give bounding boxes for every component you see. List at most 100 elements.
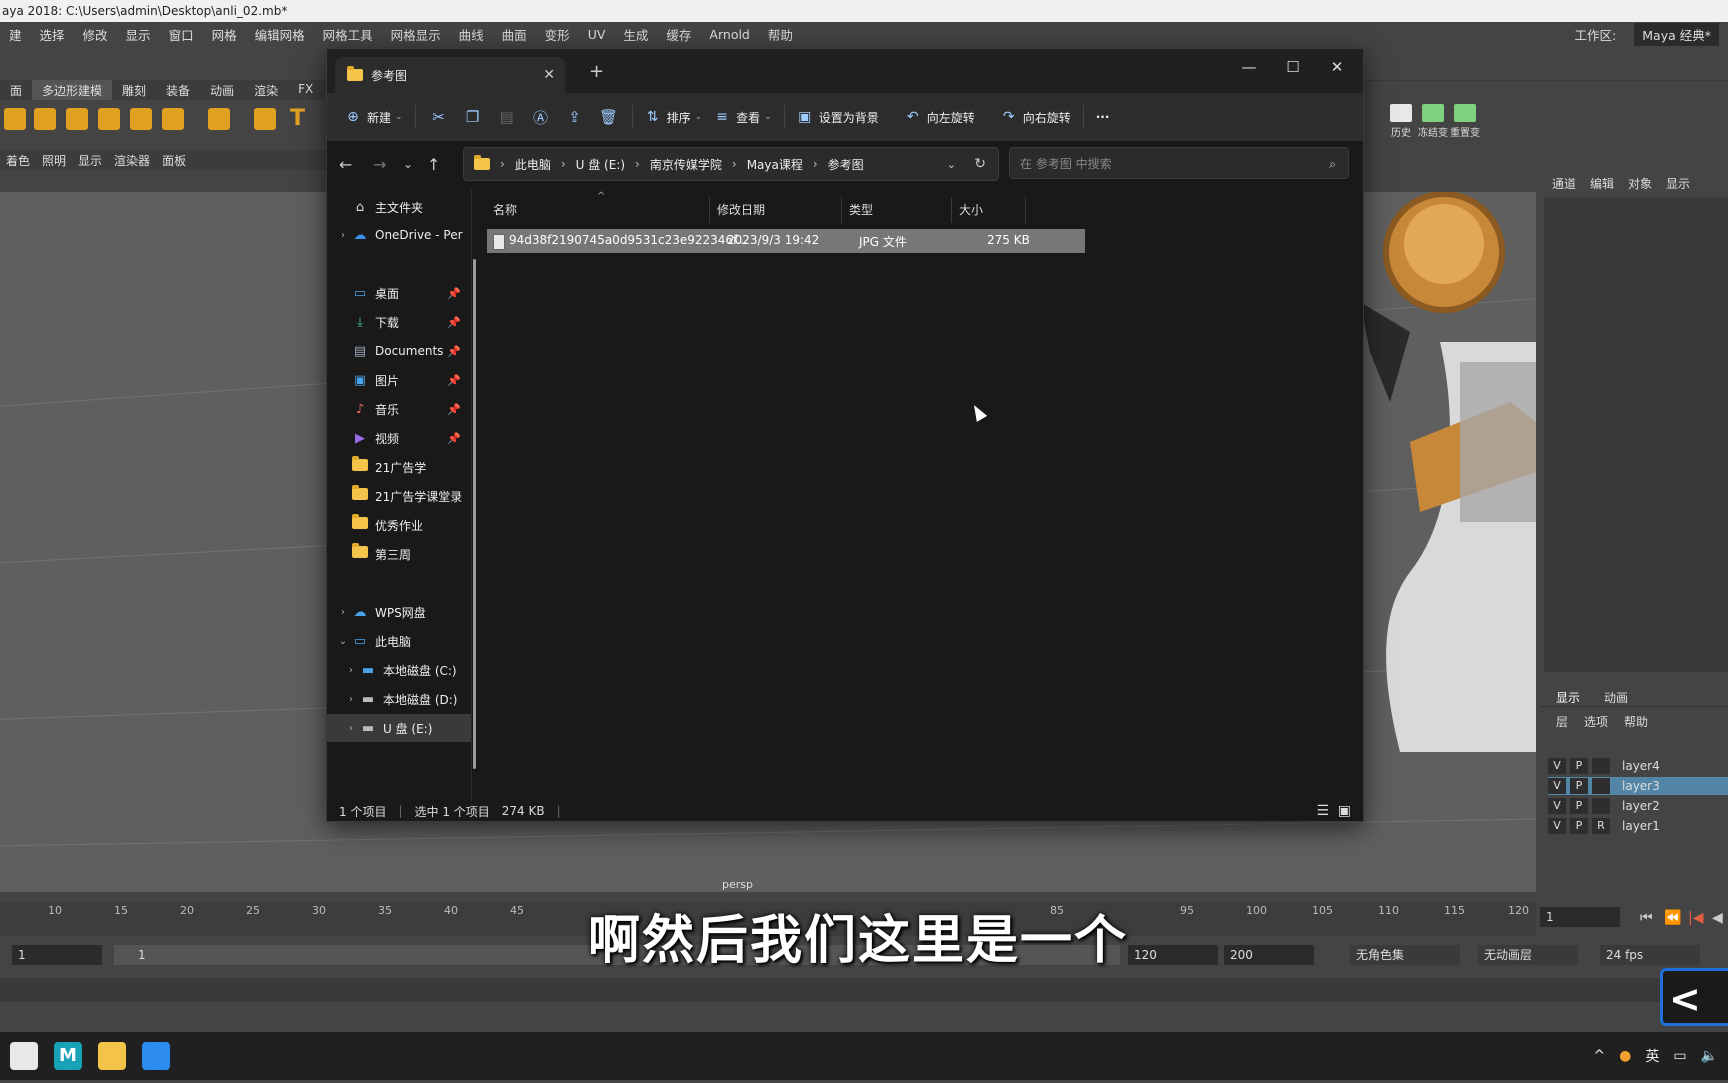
- rotate-right-button[interactable]: ↷ 向右旋转: [1001, 109, 1071, 126]
- tray-expand-icon[interactable]: ^: [1593, 1048, 1605, 1064]
- layer-row[interactable]: V P R layer1: [1548, 817, 1728, 835]
- column-header-date[interactable]: 修改日期: [717, 201, 765, 218]
- nav-item-desktop[interactable]: ▭ 桌面 📌: [327, 279, 471, 307]
- photos-taskbar-icon[interactable]: [142, 1042, 170, 1070]
- pin-icon[interactable]: 📌: [447, 374, 461, 387]
- cut-icon[interactable]: ✂: [422, 108, 456, 126]
- column-header-type[interactable]: 类型: [849, 201, 873, 218]
- new-tab-icon[interactable]: +: [589, 61, 604, 82]
- layer-menu-item[interactable]: 层: [1556, 713, 1568, 730]
- pin-icon[interactable]: 📌: [447, 403, 461, 416]
- chevron-right-icon[interactable]: ›: [343, 665, 359, 676]
- recent-locations-icon[interactable]: ⌄: [403, 157, 413, 171]
- reset-transform-button[interactable]: 重置变: [1450, 104, 1480, 139]
- column-divider[interactable]: [709, 197, 710, 223]
- polygon-torus-icon[interactable]: [98, 108, 120, 130]
- start-frame-field[interactable]: 1: [12, 945, 102, 965]
- panel-menu-item[interactable]: 照明: [36, 150, 72, 170]
- menu-item[interactable]: 网格显示: [391, 25, 441, 44]
- fps-dropdown[interactable]: 24 fps: [1600, 945, 1700, 965]
- anim-layer-dropdown[interactable]: 无动画层: [1478, 945, 1578, 965]
- share-icon[interactable]: ⇪: [558, 108, 592, 126]
- go-to-start-icon[interactable]: ⏮: [1640, 910, 1653, 926]
- layer-visibility-toggle[interactable]: V: [1548, 758, 1566, 774]
- pin-icon[interactable]: 📌: [447, 287, 461, 300]
- layer-row-selected[interactable]: V P layer3: [1548, 777, 1728, 795]
- nav-item-pictures[interactable]: ▣ 图片 📌: [327, 366, 471, 394]
- copy-icon[interactable]: ❐: [456, 108, 490, 126]
- nav-item-folder[interactable]: 21广告学课堂录: [327, 482, 471, 510]
- pin-icon[interactable]: 📌: [447, 345, 461, 358]
- address-dropdown-icon[interactable]: ⌄: [947, 158, 956, 171]
- up-arrow-icon[interactable]: ↑: [427, 155, 440, 174]
- scrollbar-thumb[interactable]: [473, 259, 476, 769]
- shelf-tab[interactable]: 雕刻: [112, 80, 156, 100]
- layer-playback-toggle[interactable]: P: [1570, 778, 1588, 794]
- layer-visibility-toggle[interactable]: V: [1548, 818, 1566, 834]
- panel-menu-item[interactable]: 面板: [156, 150, 192, 170]
- shelf-tab[interactable]: 装备: [156, 80, 200, 100]
- volume-icon[interactable]: 🔈: [1701, 1048, 1718, 1064]
- tray-app-icon[interactable]: ●: [1619, 1048, 1631, 1064]
- nav-item-this-pc[interactable]: ⌄ ▭ 此电脑: [327, 627, 471, 655]
- nav-item-documents[interactable]: ▤ Documents 📌: [327, 337, 471, 365]
- shelf-tab-polygon-modeling[interactable]: 多边形建模: [32, 80, 113, 100]
- refresh-icon[interactable]: ↻: [974, 156, 986, 172]
- close-window-icon[interactable]: ✕: [1317, 55, 1357, 79]
- key-back-icon[interactable]: |◀: [1688, 910, 1703, 926]
- tiles-view-icon[interactable]: ▣: [1338, 803, 1351, 819]
- chevron-right-icon[interactable]: ›: [343, 723, 359, 734]
- menu-item[interactable]: 编辑网格: [255, 25, 305, 44]
- layer-menu-item[interactable]: 选项: [1584, 713, 1608, 730]
- polygon-sphere-icon[interactable]: [4, 108, 26, 130]
- nav-item-folder[interactable]: 优秀作业: [327, 511, 471, 539]
- breadcrumb-segment[interactable]: 参考图: [828, 156, 864, 173]
- search-input[interactable]: 在 参考图 中搜索 ⌕: [1009, 147, 1349, 179]
- shelf-tab[interactable]: FX: [288, 80, 323, 100]
- nav-item-onedrive[interactable]: › ☁ OneDrive - Per: [327, 221, 471, 249]
- rotate-left-button[interactable]: ↶ 向左旋转: [905, 109, 975, 126]
- sort-button[interactable]: ⇅ 排序 ⌄: [645, 109, 702, 126]
- ime-indicator[interactable]: 英: [1645, 1046, 1659, 1066]
- breadcrumb-segment[interactable]: 此电脑: [515, 156, 551, 173]
- channel-menu-item[interactable]: 显示: [1666, 175, 1690, 192]
- workspace-selector[interactable]: 工作区: Maya 经典*: [1566, 22, 1728, 46]
- maya-taskbar-icon[interactable]: M: [54, 1042, 82, 1070]
- layer-playback-toggle[interactable]: P: [1570, 758, 1588, 774]
- layer-playback-toggle[interactable]: P: [1570, 798, 1588, 814]
- shelf-tab[interactable]: 渲染: [244, 80, 288, 100]
- minimize-icon[interactable]: —: [1229, 55, 1269, 79]
- nav-item-wps-drive[interactable]: › ☁ WPS网盘: [327, 598, 471, 626]
- channel-menu-item[interactable]: 编辑: [1590, 175, 1614, 192]
- menu-item[interactable]: 缓存: [666, 25, 691, 44]
- panel-menu-item[interactable]: 显示: [72, 150, 108, 170]
- chevron-right-icon[interactable]: ›: [343, 694, 359, 705]
- menu-item[interactable]: 曲面: [502, 25, 527, 44]
- current-frame-field[interactable]: 1: [1540, 907, 1620, 927]
- column-divider[interactable]: [951, 197, 952, 223]
- nav-item-drive-c[interactable]: › ▬ 本地磁盘 (C:): [327, 656, 471, 684]
- menu-item[interactable]: 帮助: [768, 25, 793, 44]
- menu-item[interactable]: UV: [588, 27, 606, 42]
- menu-item[interactable]: 网格: [212, 25, 237, 44]
- breadcrumb-segment[interactable]: 南京传媒学院: [650, 156, 722, 173]
- history-button[interactable]: 历史: [1386, 104, 1416, 139]
- layer-menu-item[interactable]: 帮助: [1624, 713, 1648, 730]
- layer-visibility-toggle[interactable]: V: [1548, 778, 1566, 794]
- set-background-button[interactable]: ▣ 设置为背景: [797, 109, 879, 126]
- end-frame-field[interactable]: 120: [1128, 945, 1218, 965]
- file-explorer-taskbar-icon[interactable]: [98, 1042, 126, 1070]
- details-view-icon[interactable]: ☰: [1316, 803, 1329, 819]
- layer-display-type[interactable]: [1592, 758, 1610, 774]
- layer-display-type[interactable]: [1592, 778, 1610, 794]
- explorer-tab[interactable]: 参考图 ✕: [335, 57, 565, 93]
- menu-item[interactable]: Arnold: [709, 27, 749, 42]
- close-tab-icon[interactable]: ✕: [543, 67, 555, 83]
- breadcrumb-segment[interactable]: U 盘 (E:): [576, 156, 625, 173]
- polygon-type-icon[interactable]: T: [290, 108, 312, 130]
- chevron-down-icon[interactable]: ⌄: [335, 636, 351, 647]
- layer-display-type[interactable]: [1592, 798, 1610, 814]
- menu-item[interactable]: 生成: [623, 25, 648, 44]
- command-line[interactable]: [0, 978, 1728, 1002]
- polygon-disc-icon[interactable]: [162, 108, 184, 130]
